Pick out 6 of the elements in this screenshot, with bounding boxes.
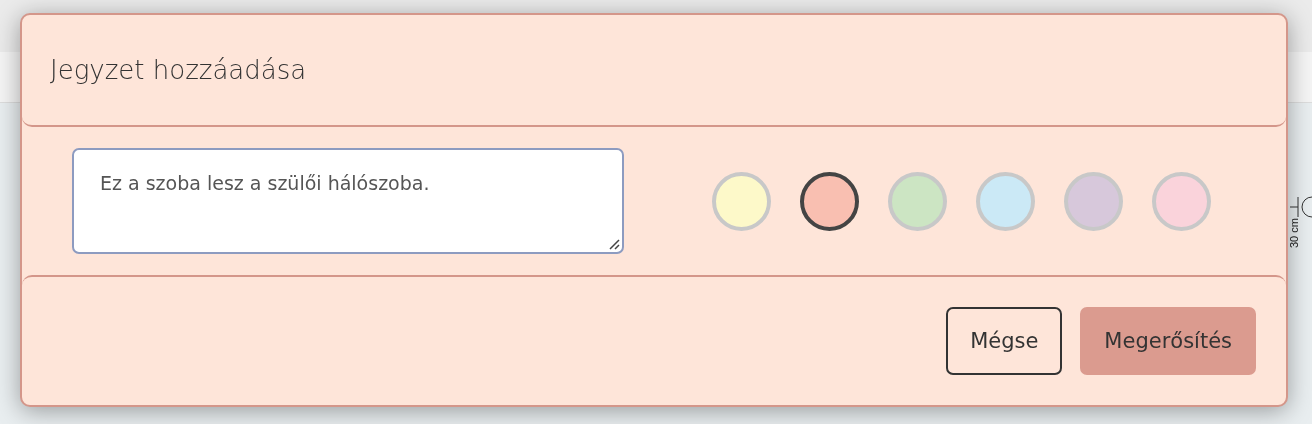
resize-grip-icon[interactable] [608, 238, 620, 250]
note-field[interactable]: Ez a szoba lesz a szülői hálószoba. [72, 148, 624, 254]
confirm-button[interactable]: Megerősítés [1080, 307, 1256, 375]
dimension-label: 30 cm [1288, 218, 1300, 248]
dialog-title: Jegyzet hozzáadása [50, 55, 307, 85]
cancel-button[interactable]: Mégse [946, 307, 1063, 375]
